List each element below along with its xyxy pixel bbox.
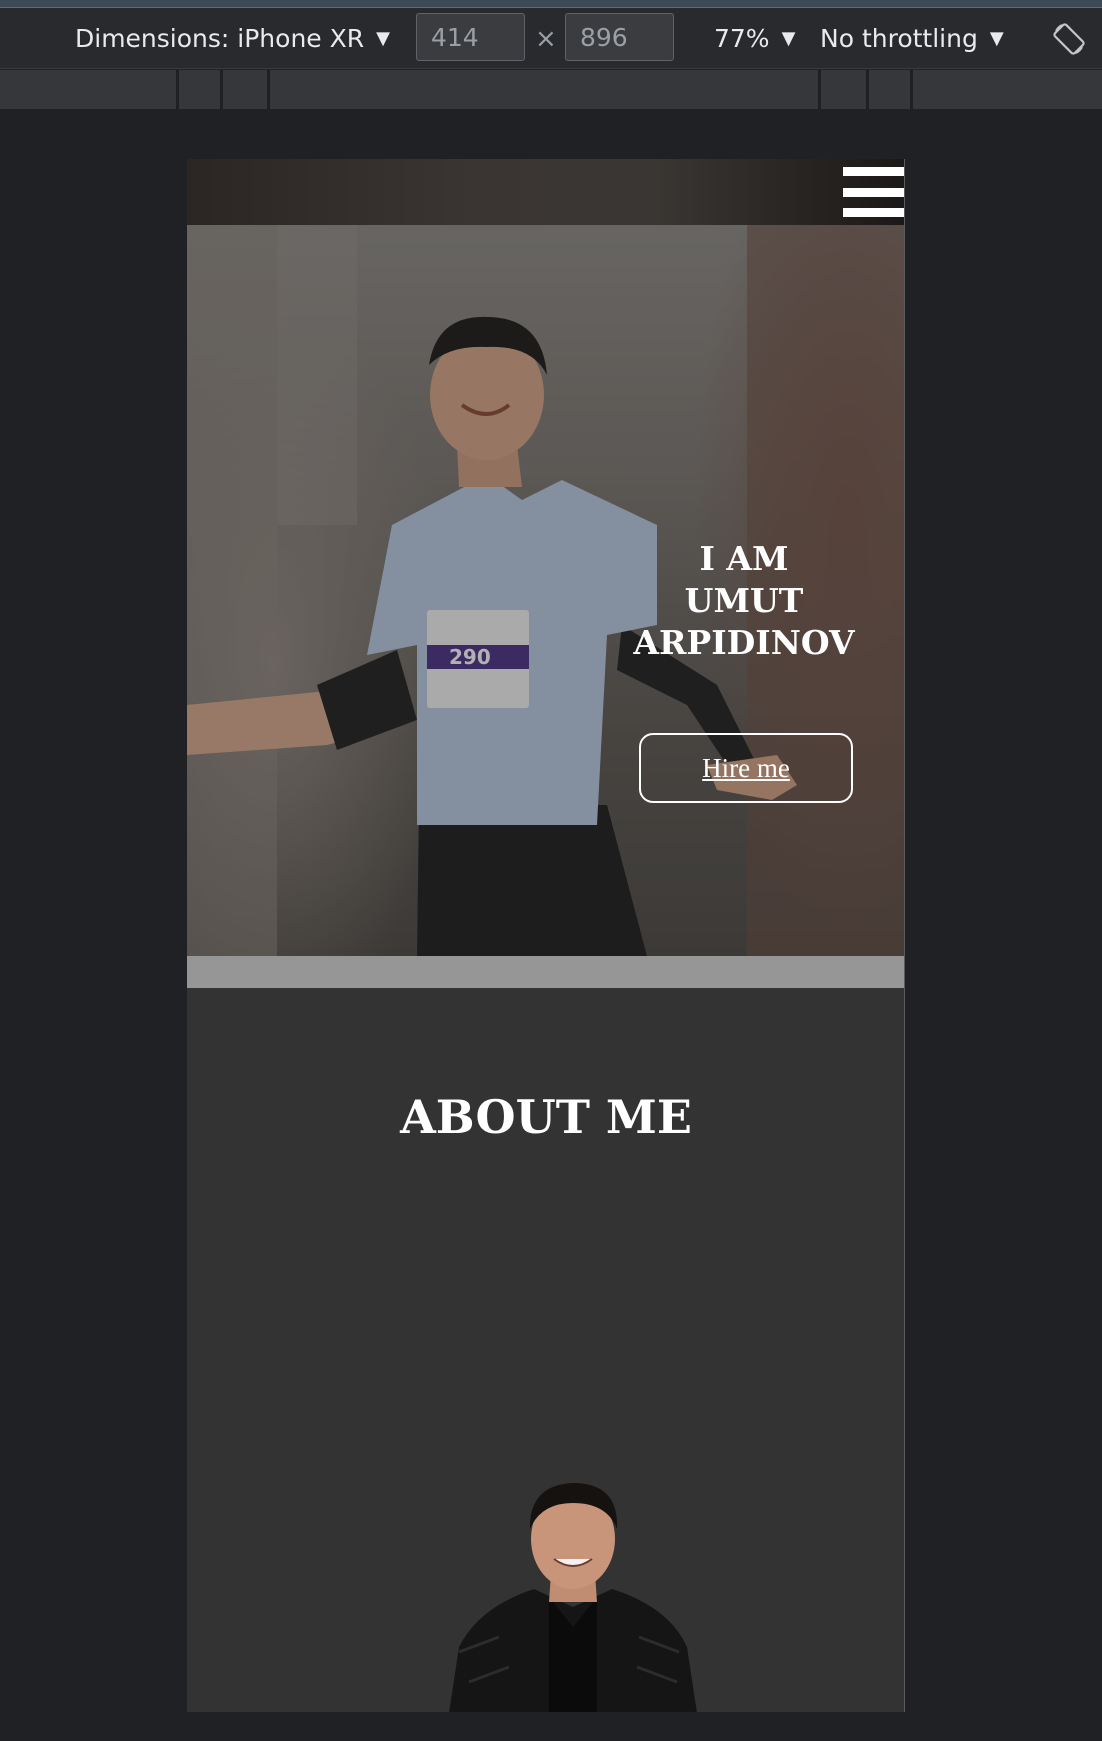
about-portrait-photo (439, 1477, 707, 1712)
hero-title-line-2: UMUT (684, 581, 804, 620)
hero-title: I AM UMUT ARPIDINOV (633, 538, 855, 664)
times-icon: × (535, 23, 557, 54)
about-section: ABOUT ME (187, 988, 904, 1712)
zoom-label: 77% (714, 24, 770, 53)
site-navbar (187, 159, 904, 225)
chevron-down-icon: ▼ (989, 28, 1004, 49)
hero-section: 290 I AM UMUT ARPIDINOV Hire me (187, 225, 904, 956)
hamburger-menu-icon[interactable] (843, 167, 904, 217)
viewport-height-input[interactable]: 896 (565, 13, 674, 61)
rotate-icon[interactable] (1052, 8, 1086, 69)
device-dimensions-dropdown[interactable]: Dimensions: iPhone XR ▼ (75, 8, 390, 69)
device-viewport: 290 I AM UMUT ARPIDINOV Hire me ABOUT ME (187, 159, 905, 1712)
zoom-dropdown[interactable]: 77% ▼ (714, 8, 795, 69)
device-dimensions-label: Dimensions: iPhone XR (75, 24, 365, 53)
throttling-dropdown[interactable]: No throttling ▼ (820, 8, 1004, 69)
section-divider-band (187, 956, 904, 988)
media-query-divider (220, 70, 223, 109)
media-query-divider (176, 70, 179, 109)
viewport-width-input[interactable]: 414 (416, 13, 525, 61)
devtools-top-edge (0, 0, 1102, 8)
about-title: ABOUT ME (400, 1090, 692, 1144)
hero-title-line-1: I AM (699, 539, 789, 578)
media-query-divider (267, 70, 270, 109)
hero-title-line-3: ARPIDINOV (633, 623, 855, 662)
throttling-label: No throttling (820, 24, 978, 53)
devtools-device-toolbar: Dimensions: iPhone XR ▼ 414 × 896 77% ▼ … (0, 8, 1102, 69)
media-query-divider (866, 70, 869, 109)
hire-me-button[interactable]: Hire me (639, 733, 853, 803)
media-query-divider (818, 70, 821, 109)
chevron-down-icon: ▼ (781, 28, 796, 49)
media-query-divider (910, 70, 913, 109)
media-query-bar[interactable] (0, 70, 1102, 109)
chevron-down-icon: ▼ (376, 28, 390, 49)
